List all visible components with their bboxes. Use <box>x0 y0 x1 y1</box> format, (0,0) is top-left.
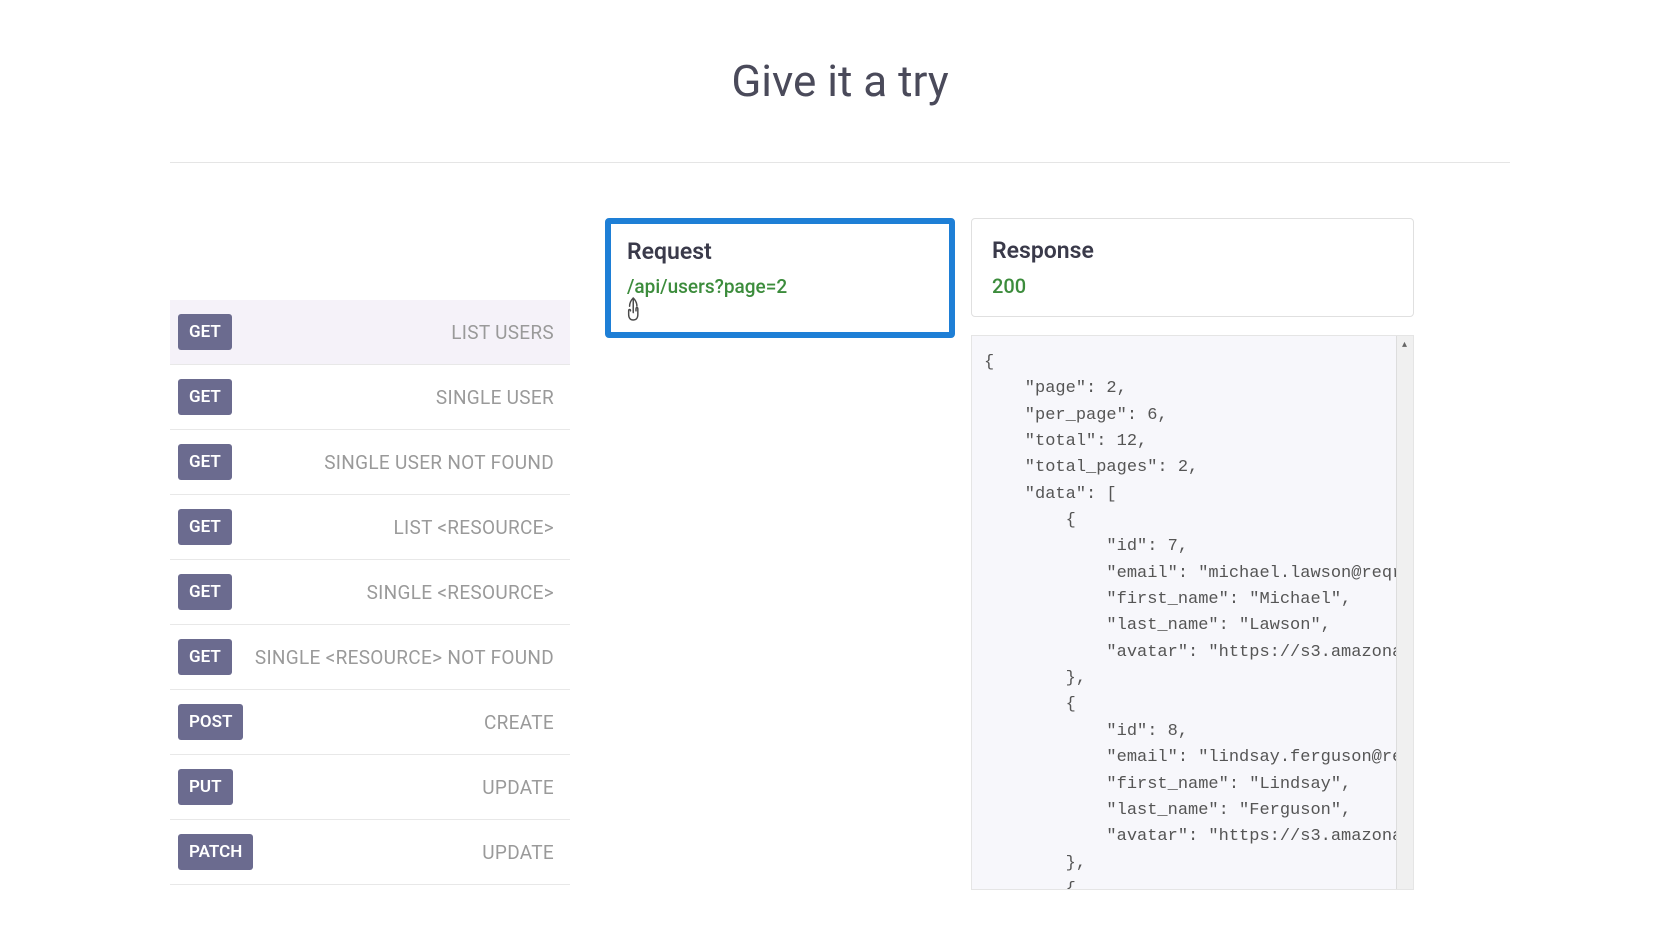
endpoint-row-7[interactable]: PUTUPDATE <box>170 755 570 820</box>
endpoint-row-2[interactable]: GETSINGLE USER NOT FOUND <box>170 430 570 495</box>
endpoint-row-6[interactable]: POSTCREATE <box>170 690 570 755</box>
method-badge: GET <box>178 509 232 545</box>
request-box[interactable]: Request /api/users?page=2 <box>605 218 955 338</box>
endpoint-row-1[interactable]: GETSINGLE USER <box>170 365 570 430</box>
response-body[interactable]: { "page": 2, "per_page": 6, "total": 12,… <box>972 336 1413 889</box>
scrollbar[interactable]: ▴ <box>1396 336 1413 889</box>
endpoint-row-8[interactable]: PATCHUPDATE <box>170 820 570 885</box>
scroll-up-icon[interactable]: ▴ <box>1396 336 1413 353</box>
response-status: 200 <box>992 274 1393 298</box>
method-badge: GET <box>178 444 232 480</box>
method-badge: GET <box>178 314 232 350</box>
endpoint-label: UPDATE <box>233 776 562 799</box>
endpoint-row-4[interactable]: GETSINGLE <RESOURCE> <box>170 560 570 625</box>
method-badge: GET <box>178 639 232 675</box>
endpoint-label: SINGLE <RESOURCE> <box>232 581 562 604</box>
endpoints-list: GETLIST USERSGETSINGLE USERGETSINGLE USE… <box>170 300 570 890</box>
method-badge: PUT <box>178 769 233 805</box>
request-panel: Request /api/users?page=2 <box>605 218 955 890</box>
response-header: Response <box>992 237 1393 264</box>
endpoint-label: SINGLE USER NOT FOUND <box>232 451 562 474</box>
method-badge: PATCH <box>178 834 253 870</box>
method-badge: POST <box>178 704 243 740</box>
pointer-cursor-icon <box>625 296 647 322</box>
method-badge: GET <box>178 379 232 415</box>
endpoint-label: LIST <RESOURCE> <box>232 516 562 539</box>
endpoint-label: SINGLE USER <box>232 386 562 409</box>
response-box: Response 200 <box>971 218 1414 317</box>
right-panels: Request /api/users?page=2 Response 200 {… <box>605 218 1510 890</box>
request-header: Request <box>627 238 933 265</box>
response-body-container: { "page": 2, "per_page": 6, "total": 12,… <box>971 335 1414 890</box>
response-panel: Response 200 { "page": 2, "per_page": 6,… <box>971 218 1414 890</box>
endpoint-row-5[interactable]: GETSINGLE <RESOURCE> NOT FOUND <box>170 625 570 690</box>
endpoint-label: SINGLE <RESOURCE> NOT FOUND <box>232 646 562 669</box>
endpoint-label: UPDATE <box>253 841 562 864</box>
endpoint-row-3[interactable]: GETLIST <RESOURCE> <box>170 495 570 560</box>
endpoint-row-0[interactable]: GETLIST USERS <box>170 300 570 365</box>
method-badge: GET <box>178 574 232 610</box>
request-url[interactable]: /api/users?page=2 <box>627 275 933 298</box>
content-area: GETLIST USERSGETSINGLE USERGETSINGLE USE… <box>170 163 1510 890</box>
endpoint-label: LIST USERS <box>232 321 562 344</box>
page-title: Give it a try <box>0 0 1680 162</box>
endpoint-label: CREATE <box>243 711 562 734</box>
